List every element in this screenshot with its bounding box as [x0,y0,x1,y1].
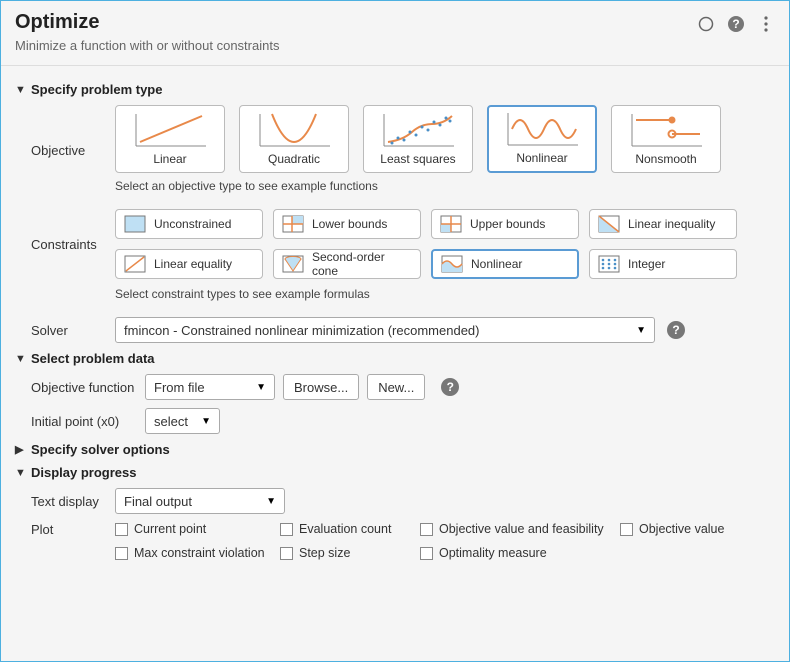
constraint-option-linear-equality[interactable]: Linear equality [115,249,263,279]
checkbox-icon [420,547,433,560]
plot-checkbox-max-constraint-violation[interactable]: Max constraint violation [115,546,280,560]
constraints-hint: Select constraint types to see example f… [115,287,775,301]
linear-icon [130,110,210,150]
page-title: Optimize [15,11,279,34]
linear-inequality-icon [598,215,620,233]
section-display-progress[interactable]: ▼ Display progress [15,465,775,480]
header: Optimize Minimize a function with or wit… [1,1,789,66]
solver-select[interactable]: fmincon - Constrained nonlinear minimiza… [115,317,655,343]
upper-bounds-icon [440,215,462,233]
chevron-down-icon: ▼ [15,467,25,479]
section-title: Select problem data [31,351,155,366]
chevron-down-icon: ▼ [15,353,25,365]
objective-function-source-select[interactable]: From file ▼ [145,374,275,400]
objective-option-linear[interactable]: Linear [115,105,225,173]
quadratic-icon [254,110,334,150]
objective-function-help-icon[interactable]: ? [441,378,459,396]
least-squares-icon [378,110,458,150]
checkbox-icon [420,523,433,536]
constraint-option-upper-bounds[interactable]: Upper bounds [431,209,579,239]
plot-checkbox-step-size[interactable]: Step size [280,546,420,560]
objective-option-nonsmooth[interactable]: Nonsmooth [611,105,721,173]
chevron-down-icon: ▼ [201,416,211,427]
section-select-problem-data[interactable]: ▼ Select problem data [15,351,775,366]
constraint-option-nonlinear[interactable]: Nonlinear [431,249,579,279]
constraint-option-linear-inequality[interactable]: Linear inequality [589,209,737,239]
chevron-down-icon: ▼ [266,496,276,507]
objective-hint: Select an objective type to see example … [115,179,775,193]
text-display-label: Text display [15,494,115,509]
objective-label: Objective [15,105,115,158]
section-specify-problem-type[interactable]: ▼ Specify problem type [15,82,775,97]
plot-checkbox-objective-value-feasibility[interactable]: Objective value and feasibility [420,522,620,536]
svg-text:?: ? [732,17,739,31]
lower-bounds-icon [282,215,304,233]
constraint-option-second-order-cone[interactable]: Second-order cone [273,249,421,279]
checkbox-icon [280,547,293,560]
constraint-option-integer[interactable]: Integer [589,249,737,279]
objective-option-least-squares[interactable]: Least squares [363,105,473,173]
checkbox-icon [620,523,633,536]
help-icon[interactable]: ? [727,15,745,33]
linear-equality-icon [124,255,146,273]
plot-checkbox-current-point[interactable]: Current point [115,522,280,536]
solver-help-icon[interactable]: ? [667,321,685,339]
constraint-option-unconstrained[interactable]: Unconstrained [115,209,263,239]
checkbox-icon [280,523,293,536]
plot-label: Plot [15,522,115,537]
section-title: Display progress [31,465,137,480]
chevron-down-icon: ▼ [15,84,25,96]
nonlinear-constraint-icon [441,255,463,273]
constraint-option-lower-bounds[interactable]: Lower bounds [273,209,421,239]
plot-checkbox-evaluation-count[interactable]: Evaluation count [280,522,420,536]
chevron-down-icon: ▼ [256,382,266,393]
initial-point-select[interactable]: select ▼ [145,408,220,434]
plot-checkbox-optimality-measure[interactable]: Optimality measure [420,546,620,560]
nonlinear-icon [502,109,582,149]
section-specify-solver-options[interactable]: ▶ Specify solver options [15,442,775,457]
objective-option-quadratic[interactable]: Quadratic [239,105,349,173]
page-subtitle: Minimize a function with or without cons… [15,38,279,53]
checkbox-icon [115,547,128,560]
initial-point-label: Initial point (x0) [15,414,145,429]
unconstrained-icon [124,215,146,233]
more-menu-icon[interactable] [757,15,775,33]
objective-function-label: Objective function [15,380,145,395]
constraints-label: Constraints [15,209,115,252]
status-circle-icon[interactable] [697,15,715,33]
solver-label: Solver [15,323,115,338]
chevron-down-icon: ▼ [636,325,646,336]
objective-option-nonlinear[interactable]: Nonlinear [487,105,597,173]
browse-button[interactable]: Browse... [283,374,359,400]
chevron-right-icon: ▶ [15,443,25,456]
nonsmooth-icon [626,110,706,150]
section-title: Specify solver options [31,442,170,457]
section-title: Specify problem type [31,82,162,97]
new-button[interactable]: New... [367,374,425,400]
second-order-cone-icon [282,255,304,273]
integer-icon [598,255,620,273]
plot-checkbox-objective-value[interactable]: Objective value [620,522,740,536]
text-display-select[interactable]: Final output ▼ [115,488,285,514]
checkbox-icon [115,523,128,536]
